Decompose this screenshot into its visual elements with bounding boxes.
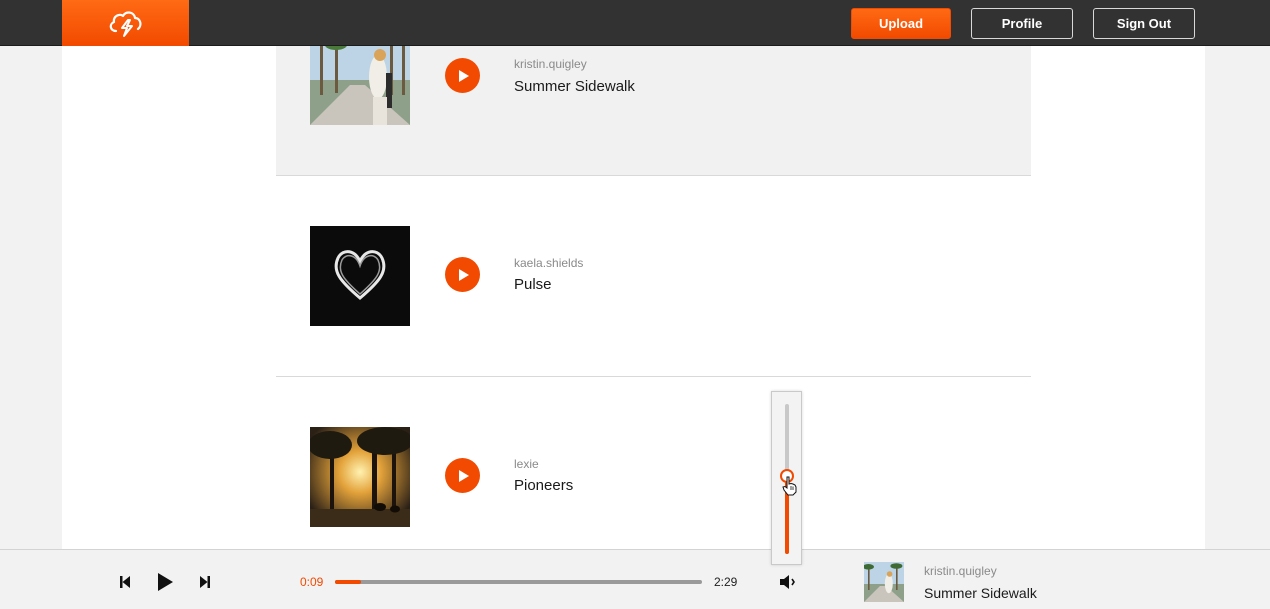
track-title[interactable]: Pioneers xyxy=(514,477,573,494)
play-icon xyxy=(458,268,469,281)
cloud-bolt-icon xyxy=(109,11,141,37)
play-icon xyxy=(458,69,469,82)
progress-bar[interactable] xyxy=(335,580,702,584)
total-time: 2:29 xyxy=(714,575,738,589)
previous-track-button[interactable] xyxy=(118,574,132,590)
light-heart-photo xyxy=(310,226,410,326)
audio-player-bar: 0:09 2:29 kristin.quigley Summer Sidewal… xyxy=(0,549,1270,609)
play-pause-button[interactable] xyxy=(155,572,175,592)
palm-street-photo xyxy=(310,46,410,125)
now-playing-artwork[interactable] xyxy=(864,562,904,602)
track-title[interactable]: Pulse xyxy=(514,276,552,293)
track-list: kristin.quigley Summer Sidewalk kaela.sh… xyxy=(276,46,1031,549)
track-title[interactable]: Summer Sidewalk xyxy=(514,78,635,95)
track-artwork[interactable] xyxy=(310,226,410,326)
track-artist[interactable]: kristin.quigley xyxy=(514,57,587,71)
track-item[interactable]: kaela.shields Pulse xyxy=(276,176,1031,377)
sunlit-forest-photo xyxy=(310,427,410,527)
track-item[interactable]: kristin.quigley Summer Sidewalk xyxy=(276,46,1031,176)
profile-button[interactable]: Profile xyxy=(971,8,1073,39)
play-icon xyxy=(458,469,469,482)
now-playing-artist[interactable]: kristin.quigley xyxy=(924,564,997,578)
progress-bar-fill xyxy=(335,580,361,584)
track-artist[interactable]: lexie xyxy=(514,457,539,471)
track-play-button[interactable] xyxy=(445,58,480,93)
hand-cursor-icon xyxy=(782,476,798,501)
now-playing-title[interactable]: Summer Sidewalk xyxy=(924,585,1037,601)
skip-back-icon xyxy=(120,576,130,588)
speaker-icon xyxy=(780,575,795,589)
top-navigation-bar: Upload Profile Sign Out xyxy=(0,0,1270,46)
next-track-button[interactable] xyxy=(198,574,212,590)
sign-out-button[interactable]: Sign Out xyxy=(1093,8,1195,39)
track-item[interactable]: lexie Pioneers xyxy=(276,377,1031,549)
track-play-button[interactable] xyxy=(445,257,480,292)
skip-forward-icon xyxy=(200,576,210,588)
play-icon xyxy=(158,573,173,591)
track-artist[interactable]: kaela.shields xyxy=(514,256,583,270)
track-artwork[interactable] xyxy=(310,427,410,527)
current-time: 0:09 xyxy=(300,575,324,589)
track-play-button[interactable] xyxy=(445,458,480,493)
logo[interactable] xyxy=(62,0,189,46)
main-content: kristin.quigley Summer Sidewalk kaela.sh… xyxy=(62,46,1205,549)
upload-button[interactable]: Upload xyxy=(851,8,951,39)
track-artwork[interactable] xyxy=(310,46,410,125)
volume-button[interactable] xyxy=(778,572,798,592)
palm-street-photo xyxy=(864,562,904,602)
